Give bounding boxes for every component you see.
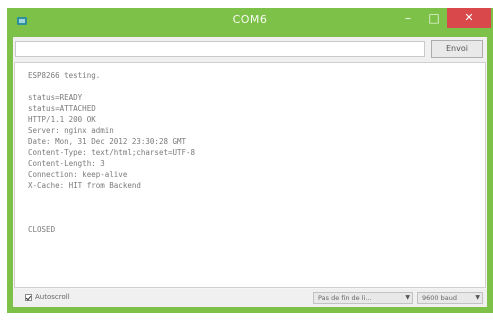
autoscroll-toggle[interactable]: Autoscroll: [25, 293, 70, 301]
minimize-button[interactable]: –: [395, 8, 421, 28]
output-line: Date: Mon, 31 Dec 2012 23:30:28 GMT: [28, 137, 187, 146]
output-line: [28, 191, 195, 202]
output-line: Content-Length: 3: [28, 159, 105, 168]
output-line: ESP8266 testing.: [28, 71, 101, 80]
send-row: Envoi: [13, 37, 487, 63]
title-bar[interactable]: COM6 – □ ✕: [7, 8, 493, 36]
serial-monitor-window: COM6 – □ ✕ Envoi ESP8266 testing. status…: [7, 8, 493, 313]
chevron-down-icon: ▼: [405, 294, 410, 301]
output-line: [28, 213, 195, 224]
output-line: HTTP/1.1 200 OK: [28, 115, 96, 124]
output-line: X-Cache: HIT from Backend: [28, 181, 141, 190]
output-lines: ESP8266 testing. status=READY status=ATT…: [28, 70, 195, 235]
output-line: Content-Type: text/html;charset=UTF-8: [28, 148, 196, 157]
baud-rate-value: 9600 baud: [422, 294, 457, 302]
autoscroll-label: Autoscroll: [35, 293, 70, 301]
output-line: Connection: keep-alive: [28, 170, 128, 179]
output-line: CLOSED: [28, 225, 56, 234]
output-line: Server: nginx admin: [28, 126, 114, 135]
output-line: status=READY: [28, 93, 83, 102]
output-line: [28, 81, 195, 92]
chevron-down-icon: ▼: [475, 294, 480, 301]
window-client: Envoi ESP8266 testing. status=READY stat…: [13, 37, 487, 307]
line-ending-select[interactable]: Pas de fin de li... ▼: [313, 292, 413, 304]
serial-output[interactable]: ESP8266 testing. status=READY status=ATT…: [14, 62, 486, 288]
output-line: [28, 202, 195, 213]
line-ending-value: Pas de fin de li...: [318, 294, 372, 302]
autoscroll-checkbox[interactable]: [25, 293, 32, 301]
maximize-button[interactable]: □: [421, 8, 447, 28]
send-button[interactable]: Envoi: [431, 40, 483, 58]
output-line: status=ATTACHED: [28, 104, 96, 113]
close-button[interactable]: ✕: [447, 8, 491, 28]
baud-rate-select[interactable]: 9600 baud ▼: [417, 292, 483, 304]
send-input[interactable]: [15, 41, 425, 57]
status-bar: Autoscroll Pas de fin de li... ▼ 9600 ba…: [13, 289, 487, 307]
